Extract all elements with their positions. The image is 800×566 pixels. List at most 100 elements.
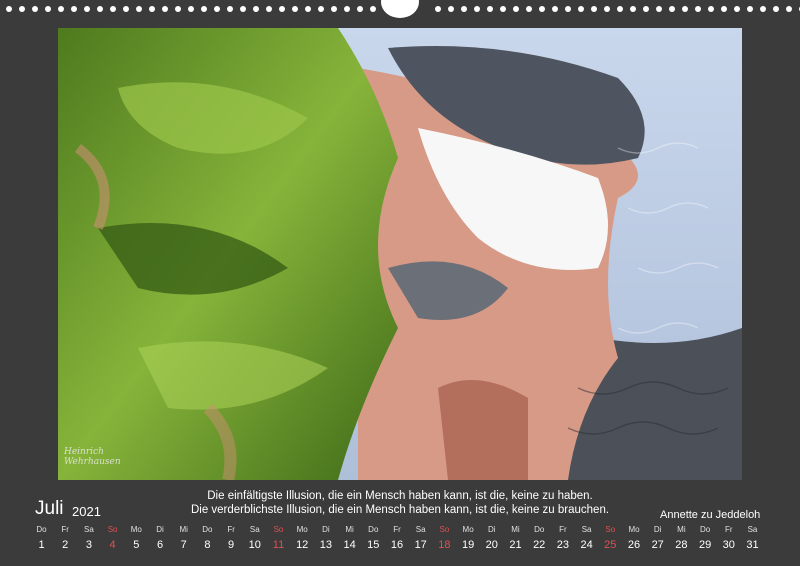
binding-hole — [344, 6, 350, 12]
calendar-day: Mi 28 — [670, 524, 693, 554]
binding-hole — [214, 6, 220, 12]
day-number: 10 — [248, 539, 261, 551]
binding-hole — [227, 6, 233, 12]
binding-hole — [45, 6, 51, 12]
calendar-day: Mi 7 — [172, 524, 195, 554]
day-number: 5 — [133, 539, 140, 551]
weekday-label: Sa — [581, 525, 592, 534]
year-label: 2021 — [72, 504, 101, 519]
binding-hole — [695, 6, 701, 12]
binding-hole — [266, 6, 272, 12]
calendar-day: Di 6 — [149, 524, 172, 554]
binding-hole — [175, 6, 181, 12]
day-number: 18 — [438, 539, 451, 551]
photo-signature: Heinrich Wehrhausen — [64, 447, 121, 467]
weekday-label: Mo — [130, 525, 142, 534]
binding-hole — [591, 6, 597, 12]
binding-hole — [526, 6, 532, 12]
binding-hole — [643, 6, 649, 12]
weekday-label: Di — [156, 525, 164, 534]
binding-hole — [292, 6, 298, 12]
binding-hole — [305, 6, 311, 12]
weekday-label: Do — [534, 525, 545, 534]
quote-line-1: Die einfältigste Illusion, die ein Mensc… — [207, 490, 593, 502]
binding-hole — [656, 6, 662, 12]
binding-hole — [448, 6, 454, 12]
month-label: Juli — [35, 498, 64, 519]
binding-hole — [708, 6, 714, 12]
calendar-day: Sa 31 — [741, 524, 764, 554]
calendar-day: Di 13 — [314, 524, 337, 554]
hanger-hole — [381, 0, 419, 18]
weekday-label: Mo — [462, 525, 474, 534]
binding-hole — [435, 6, 441, 12]
weekday-label: Fr — [227, 525, 235, 534]
binding-hole — [84, 6, 90, 12]
day-number: 12 — [296, 539, 309, 551]
day-number: 16 — [390, 539, 404, 551]
binding-hole — [500, 6, 506, 12]
binding-hole — [19, 6, 25, 12]
day-number: 31 — [746, 539, 759, 551]
binding-hole — [474, 6, 480, 12]
calendar-day: Mo 12 — [291, 524, 314, 554]
binding-hole — [565, 6, 571, 12]
weekday-label: Fr — [725, 525, 733, 534]
day-number: 1 — [38, 539, 45, 551]
day-number: 23 — [556, 539, 570, 551]
day-number: 13 — [319, 539, 333, 551]
binding-hole — [123, 6, 129, 12]
day-number: 20 — [485, 539, 498, 551]
day-number: 3 — [85, 539, 92, 551]
calendar-day: Sa 10 — [243, 524, 266, 554]
quote-author: Annette zu Jeddeloh — [660, 509, 761, 521]
binding-hole — [357, 6, 363, 12]
binding-hole — [253, 6, 259, 12]
day-number: 9 — [228, 539, 235, 551]
calendar-photo — [58, 28, 742, 480]
binding-hole — [747, 6, 753, 12]
binding-hole — [786, 6, 792, 12]
calendar-day: So 11 — [267, 524, 290, 554]
binding-hole — [240, 6, 246, 12]
day-number: 6 — [156, 539, 164, 551]
calendar-day: Fr 23 — [551, 524, 574, 554]
binding-hole — [110, 6, 116, 12]
weekday-label: Mo — [628, 525, 640, 534]
quote: Die einfältigste Illusion, die ein Mensc… — [120, 489, 680, 517]
day-number: 14 — [343, 539, 356, 551]
weekday-label: So — [273, 525, 284, 534]
weekday-label: So — [439, 525, 450, 534]
binding-hole — [513, 6, 519, 12]
binding-hole — [773, 6, 779, 12]
calendar-day: So 18 — [433, 524, 456, 554]
day-number: 22 — [533, 539, 546, 551]
calendar-day: Mo 26 — [623, 524, 646, 554]
binding-hole — [331, 6, 337, 12]
day-number: 8 — [204, 539, 211, 551]
binding-hole — [669, 6, 675, 12]
binding-hole — [552, 6, 558, 12]
calendar-day: Do 1 — [30, 524, 53, 554]
weekday-label: Fr — [393, 525, 401, 534]
binding-hole — [539, 6, 545, 12]
calendar-day: Sa 3 — [77, 524, 100, 554]
binding-hole — [578, 6, 584, 12]
binding-hole — [279, 6, 285, 12]
day-number: 7 — [180, 539, 187, 551]
day-number: 28 — [675, 539, 688, 551]
calendar-day: Sa 17 — [409, 524, 432, 554]
weekday-label: Di — [488, 525, 496, 534]
spiral-binding — [0, 0, 800, 18]
binding-hole — [682, 6, 688, 12]
weekday-label: So — [107, 525, 118, 534]
binding-hole — [149, 6, 155, 12]
weekday-label: Do — [368, 525, 379, 534]
weekday-label: Di — [322, 525, 330, 534]
water-reflection-image — [58, 28, 742, 480]
binding-hole — [58, 6, 64, 12]
calendar-day: Fr 30 — [717, 524, 740, 554]
binding-hole — [630, 6, 636, 12]
day-number: 27 — [651, 539, 664, 551]
quote-line-2: Die verderblichste Illusion, die ein Men… — [190, 504, 610, 516]
